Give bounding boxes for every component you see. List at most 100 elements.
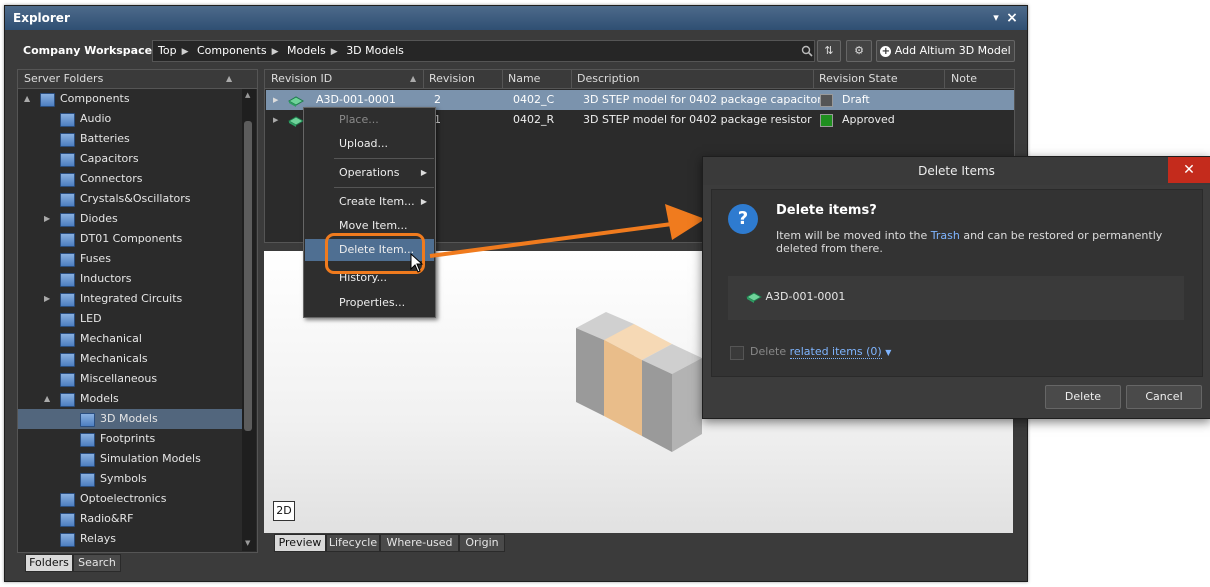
tree-item[interactable]: Batteries [18,129,242,149]
chevron-right-icon[interactable]: ▶ [331,47,338,57]
tree-item[interactable]: Audio [18,109,242,129]
panel-close-icon[interactable]: × [1004,6,1020,30]
folder-icon [60,353,75,367]
tree-item[interactable]: ▶ Diodes [18,209,242,229]
row-expander-icon[interactable]: ▶ [273,110,278,130]
tree-item[interactable]: LED [18,309,242,329]
column-revision-state[interactable]: Revision State [819,70,898,88]
server-folders-title: Server Folders [24,72,104,85]
folder-tree-scrollbar[interactable]: ▲ ▼ [242,89,256,551]
tree-item[interactable]: Radio&RF [18,509,242,529]
tree-item[interactable]: Symbols [18,469,242,489]
breadcrumb-3d-models[interactable]: 3D Models [346,44,404,57]
tab-search[interactable]: Search [73,554,121,572]
tree-item[interactable]: Fuses [18,249,242,269]
menu-item-operations[interactable]: Operations ▶ [305,162,434,184]
tree-expander-icon[interactable]: ▲ [24,89,30,109]
chevron-down-icon[interactable]: ▼ [885,348,891,357]
settings-button[interactable]: ⚙ [846,40,872,62]
column-name[interactable]: Name [508,70,540,88]
tree-item[interactable]: Optoelectronics [18,489,242,509]
cancel-button[interactable]: Cancel [1126,385,1202,409]
view-2d-button[interactable]: 2D [273,501,295,521]
menu-item-properties[interactable]: Properties... [305,292,434,314]
tree-item[interactable]: Mechanical [18,329,242,349]
scrollbar-thumb[interactable] [244,121,252,431]
chevron-right-icon[interactable]: ▶ [272,47,279,57]
tree-item[interactable]: Mechanicals [18,349,242,369]
tab-where-used[interactable]: Where-used [380,534,459,552]
add-altium-3d-model-button[interactable]: + Add Altium 3D Model [876,40,1015,62]
tree-item-label: Radio&RF [80,512,134,525]
folder-icon [60,313,75,327]
scroll-up-icon[interactable]: ▲ [245,91,250,99]
folder-icon [60,333,75,347]
column-note[interactable]: Note [951,70,977,88]
menu-separator [334,187,434,188]
tab-folders[interactable]: Folders [25,554,73,572]
menu-separator [334,158,434,159]
column-description[interactable]: Description [577,70,640,88]
breadcrumb-components[interactable]: Components [197,44,267,57]
folder-icon [60,513,75,527]
tree-expander-icon[interactable]: ▶ [44,289,50,309]
folder-icon [60,133,75,147]
tree-expander-icon[interactable]: ▲ [44,389,50,409]
folder-icon [60,153,75,167]
tree-item[interactable]: Crystals&Oscillators [18,189,242,209]
tree-item[interactable]: ▲ Models [18,389,242,409]
tree-item[interactable]: Footprints [18,429,242,449]
tree-item-label: Audio [80,112,112,125]
cell-description: 3D STEP model for 0402 package capacitor [583,93,822,106]
search-icon[interactable] [801,41,813,61]
related-items-link[interactable]: related items (0) [789,345,882,359]
breadcrumb-top[interactable]: Top [158,44,177,57]
row-expander-icon[interactable]: ▶ [273,90,278,110]
tree-expander-icon[interactable]: ▶ [44,209,50,229]
menu-item-upload[interactable]: Upload... [305,133,434,155]
chevron-right-icon[interactable]: ▶ [182,47,189,57]
tree-item-label: Optoelectronics [80,492,167,505]
tree-item[interactable]: Capacitors [18,149,242,169]
delete-related-checkbox[interactable] [730,346,744,360]
tree-item[interactable]: Connectors [18,169,242,189]
scroll-down-icon[interactable]: ▼ [245,539,250,547]
mouse-pointer-icon [410,253,424,273]
column-revision-id[interactable]: Revision ID [271,70,332,88]
tree-item[interactable]: Relays [18,529,242,549]
tree-item[interactable]: 3D Models [18,409,242,429]
tree-item-label: 3D Models [100,412,158,425]
tree-item[interactable]: DT01 Components [18,229,242,249]
workspace-selector[interactable]: Company Workspace ▼ [23,41,165,61]
menu-item-place[interactable]: Place... [305,109,434,131]
delete-button[interactable]: Delete [1045,385,1121,409]
dialog-close-button[interactable]: ✕ [1168,157,1210,183]
folder-icon [80,473,95,487]
panel-menu-icon[interactable]: ▾ [988,6,1004,30]
tab-lifecycle[interactable]: Lifecycle [326,534,380,552]
column-revision[interactable]: Revision [429,70,475,88]
folder-icon [60,533,75,547]
trash-link[interactable]: Trash [931,229,960,242]
tree-item[interactable]: ▶ Integrated Circuits [18,289,242,309]
folder-icon [80,413,95,427]
tree-item[interactable]: ▲ Components [18,89,242,109]
folder-icon [60,273,75,287]
tree-item[interactable]: Simulation Models [18,449,242,469]
gear-icon: ⚙ [854,44,864,57]
column-divider [571,70,572,88]
tab-origin[interactable]: Origin [459,534,505,552]
folder-icon [80,433,95,447]
tree-item[interactable]: Inductors [18,269,242,289]
folder-icon [80,453,95,467]
tab-preview[interactable]: Preview [274,534,326,552]
tree-item-label: Simulation Models [100,452,201,465]
sort-asc-icon: ▲ [410,74,417,83]
server-folders-header[interactable]: Server Folders ▲ [18,70,257,89]
message-text: Item will be moved into the [776,229,931,242]
cell-description: 3D STEP model for 0402 package resistor [583,113,812,126]
column-divider [944,70,945,88]
tree-item[interactable]: Miscellaneous [18,369,242,389]
refresh-button[interactable]: ⇅ [817,40,841,62]
breadcrumb-models[interactable]: Models [287,44,326,57]
